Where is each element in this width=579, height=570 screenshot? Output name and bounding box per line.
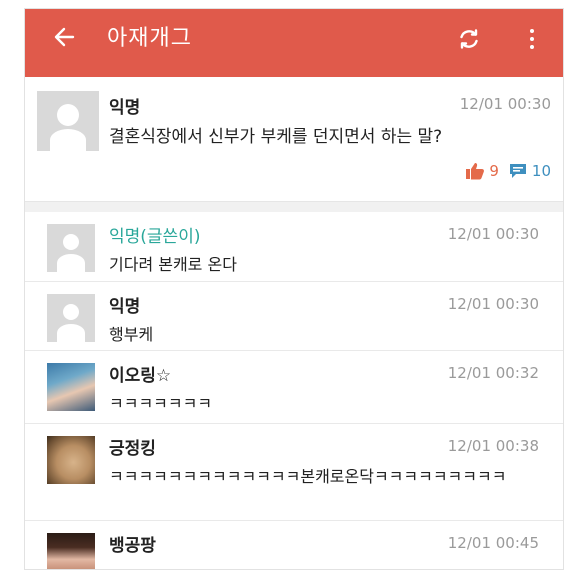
comment-time: 12/01 00:30 (447, 225, 539, 243)
comment-text: 기다려 본캐로 온다 (109, 255, 237, 274)
avatar-photo (47, 363, 95, 411)
app-bar: 아재개그 (25, 9, 563, 77)
app-window: 아재개그 익명 12/01 00:30 결혼식장에서 신부가 부케를 던지면서 … (24, 8, 564, 570)
avatar-placeholder (47, 224, 95, 272)
comment-text: ㅋㅋㅋㅋㅋㅋㅋㅋㅋㅋㅋㅋㅋ본캐로온닥ㅋㅋㅋㅋㅋㅋㅋㅋㅋ (109, 467, 507, 486)
back-arrow-icon[interactable] (51, 23, 79, 51)
comment-author: 긍정킹 (109, 439, 156, 459)
post-header: 익명 12/01 00:30 결혼식장에서 신부가 부케를 던지면서 하는 말?… (25, 77, 563, 201)
comment-text: 행부케 (109, 325, 154, 344)
comment-author: 이오링☆ (109, 366, 172, 386)
avatar-photo (47, 533, 95, 569)
menu-dot (530, 29, 534, 33)
like-count: 9 (489, 162, 499, 180)
comment-item: 긍정킹 12/01 00:38 ㅋㅋㅋㅋㅋㅋㅋㅋㅋㅋㅋㅋㅋ본캐로온닥ㅋㅋㅋㅋㅋㅋ… (25, 424, 563, 521)
post-author: 익명 (109, 98, 141, 118)
post-stats: 9 10 (465, 159, 551, 183)
comment-text: ㅋㅋㅋㅋㅋㅋㅋ (109, 394, 213, 413)
comment-item: 익명(글쓴이) 12/01 00:30 기다려 본캐로 온다 (25, 212, 563, 282)
menu-dot (530, 37, 534, 41)
refresh-icon[interactable] (455, 25, 483, 53)
comment-time: 12/01 00:38 (447, 437, 539, 455)
comment-count: 10 (531, 162, 551, 180)
thumbs-up-icon[interactable] (465, 162, 485, 180)
comment-time: 12/01 00:32 (447, 364, 539, 382)
avatar-placeholder (47, 294, 95, 342)
post-body: 결혼식장에서 신부가 부케를 던지면서 하는 말? (109, 127, 443, 147)
comment-item: 이오링☆ 12/01 00:32 ㅋㅋㅋㅋㅋㅋㅋ (25, 351, 563, 424)
comment-item: 익명 12/01 00:30 행부케 (25, 282, 563, 351)
comment-author: 뱅공팡 (109, 536, 156, 556)
post-time: 12/01 00:30 (459, 95, 551, 113)
comment-time: 12/01 00:45 (447, 534, 539, 552)
more-vertical-icon[interactable] (525, 25, 539, 53)
avatar-placeholder (37, 91, 99, 151)
comment-author: 익명 (109, 297, 141, 317)
comment-bubble-icon[interactable] (509, 163, 527, 179)
comment-item: 뱅공팡 12/01 00:45 (25, 521, 563, 569)
comment-author: 익명(글쓴이) (109, 227, 201, 247)
menu-dot (530, 45, 534, 49)
comment-time: 12/01 00:30 (447, 295, 539, 313)
board-title: 아재개그 (107, 26, 192, 51)
avatar-photo (47, 436, 95, 484)
